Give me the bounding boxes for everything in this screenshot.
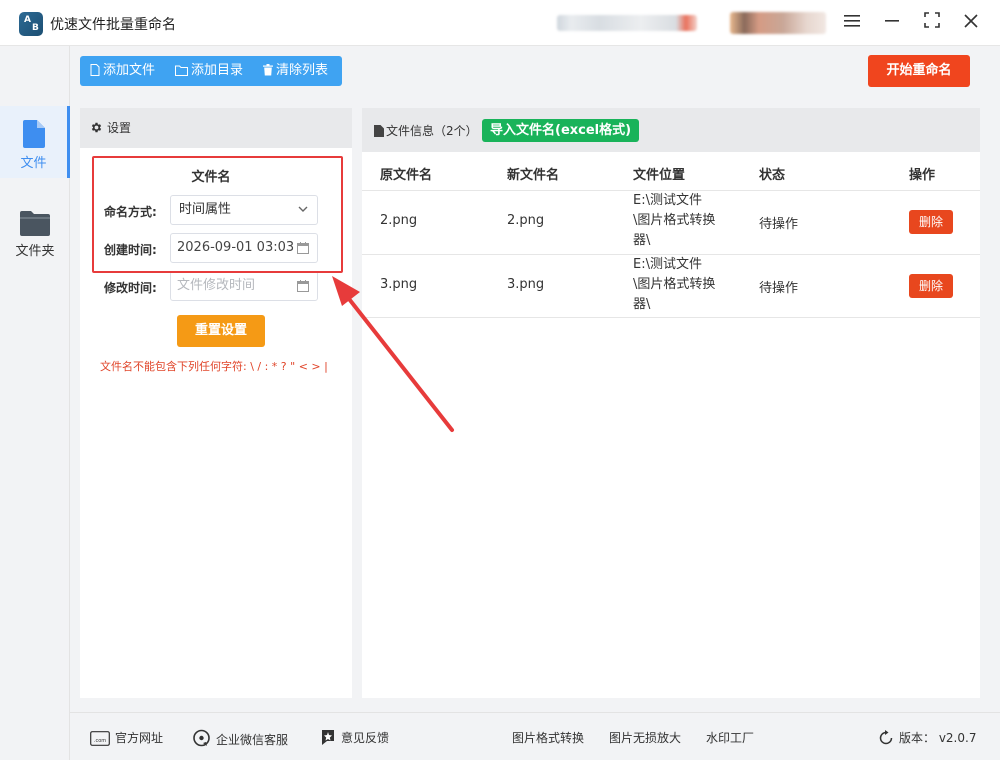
file-info-header: 文件信息（2个） 导入文件名(excel格式)	[362, 108, 980, 152]
add-dir-button[interactable]: 添加目录	[175, 56, 243, 86]
feedback-link[interactable]: 意见反馈	[320, 729, 389, 746]
app-logo: A B	[19, 12, 43, 36]
cell-status: 待操作	[759, 281, 799, 296]
cell-status: 待操作	[759, 217, 799, 232]
table-row[interactable]: 2.png 2.png E:\测试文件 \图片格式转换 器\ 待操作 删除	[362, 190, 980, 254]
title-bar: A B 优速文件批量重命名	[0, 0, 1000, 46]
cell-new: 3.png	[507, 277, 545, 292]
nav-label-folder: 文件夹	[15, 244, 55, 259]
svg-text:.com: .com	[94, 738, 106, 744]
website-icon: .com	[90, 731, 110, 746]
annotation-arrow-icon	[332, 276, 454, 432]
clear-list-button[interactable]: 清除列表	[263, 56, 328, 86]
nav-item-folder[interactable]: 文件夹	[0, 196, 70, 268]
column-header-original: 原文件名	[380, 168, 433, 183]
menu-icon[interactable]	[839, 10, 865, 36]
delete-button[interactable]: 删除	[909, 210, 953, 234]
reset-settings-button[interactable]: 重置设置	[177, 315, 265, 347]
blurred-account-info	[557, 15, 697, 31]
delete-button[interactable]: 删除	[909, 274, 953, 298]
cell-path: E:\测试文件 \图片格式转换 器\	[633, 257, 716, 312]
blurred-user-avatar[interactable]	[730, 12, 826, 34]
website-link[interactable]: .com 官方网址	[90, 729, 163, 746]
img-enlarge-link[interactable]: 图片无损放大	[609, 729, 681, 746]
filename-warning: 文件名不能包含下列任何字符: \ / : * ? " < > |	[100, 360, 328, 373]
watermark-link[interactable]: 水印工厂	[706, 729, 754, 746]
column-header-new: 新文件名	[507, 168, 560, 183]
wechat-support-link[interactable]: 企业微信客服	[192, 729, 288, 748]
left-nav: 文件 文件夹	[0, 46, 70, 760]
nav-label-file: 文件	[20, 156, 47, 171]
version-info[interactable]: 版本： v2.0.7	[878, 729, 976, 746]
nav-item-file[interactable]: 文件	[0, 106, 70, 178]
file-info-label: 文件信息（2个）	[374, 122, 478, 139]
column-header-action: 操作	[909, 168, 936, 183]
feedback-icon	[322, 730, 334, 745]
main-area: 添加文件 添加目录 清除列表 开始重命名 设置 文件名 命名方式: 时间属性 创…	[70, 46, 1000, 712]
settings-header: 设置	[80, 108, 352, 148]
minimize-icon[interactable]	[879, 10, 905, 36]
start-rename-button[interactable]: 开始重命名	[868, 55, 970, 87]
cell-new: 2.png	[507, 213, 545, 228]
refresh-icon	[879, 730, 893, 745]
folder-add-icon	[175, 65, 188, 76]
chat-icon	[193, 729, 210, 747]
annotation-highlight-box	[92, 156, 343, 273]
import-excel-button[interactable]: 导入文件名(excel格式)	[482, 119, 640, 142]
cell-original: 2.png	[380, 213, 418, 228]
calendar-icon	[297, 280, 309, 292]
img-convert-link[interactable]: 图片格式转换	[512, 729, 584, 746]
file-add-icon	[90, 64, 100, 76]
add-file-button[interactable]: 添加文件	[90, 56, 155, 86]
close-icon[interactable]	[958, 10, 984, 36]
gear-icon	[91, 122, 102, 133]
trash-icon	[263, 64, 273, 76]
maximize-icon[interactable]	[919, 10, 945, 36]
file-icon	[22, 120, 45, 148]
footer: .com 官方网址 企业微信客服 意见反馈 图片格式转换 图片无损放大 水印工厂 …	[70, 712, 1000, 760]
toolbar: 添加文件 添加目录 清除列表	[80, 56, 342, 86]
column-header-path: 文件位置	[633, 168, 686, 183]
modified-time-input[interactable]: 文件修改时间	[170, 271, 318, 301]
column-header-status: 状态	[759, 168, 786, 183]
modified-label: 修改时间:	[104, 281, 157, 295]
app-title: 优速文件批量重命名	[50, 17, 176, 33]
file-count: （2个）	[434, 124, 478, 138]
folder-icon	[20, 211, 50, 236]
document-icon	[374, 125, 384, 137]
cell-path: E:\测试文件 \图片格式转换 器\	[633, 193, 716, 248]
